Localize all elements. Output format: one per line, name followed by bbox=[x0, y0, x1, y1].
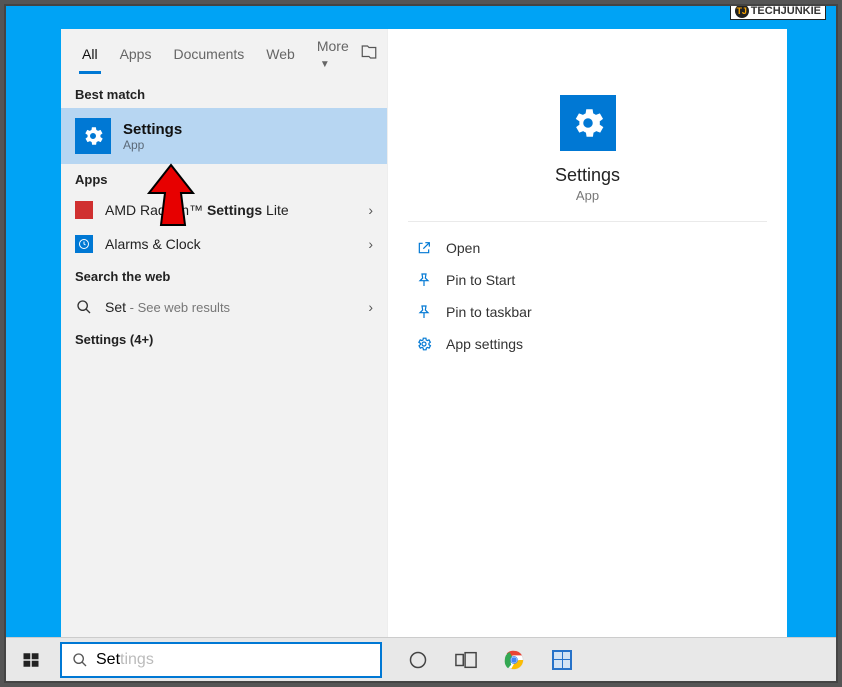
preview-subtitle: App bbox=[576, 188, 599, 203]
action-open[interactable]: Open bbox=[388, 232, 787, 264]
chrome-icon bbox=[503, 649, 525, 671]
result-title: Settings bbox=[123, 121, 182, 138]
result-web-search[interactable]: Set - See web results › bbox=[61, 290, 387, 324]
taskbar-app-calculator[interactable] bbox=[548, 646, 576, 674]
tab-all[interactable]: All bbox=[71, 40, 109, 68]
section-apps: Apps bbox=[61, 164, 387, 193]
windows-icon bbox=[22, 651, 40, 669]
action-label: Open bbox=[446, 240, 480, 256]
section-search-web: Search the web bbox=[61, 261, 387, 290]
result-label: AMD Radeon™ Settings Lite bbox=[105, 202, 356, 218]
search-suggestion: tings bbox=[120, 651, 154, 669]
result-subtitle: App bbox=[123, 138, 182, 152]
action-pin-start[interactable]: Pin to Start bbox=[388, 264, 787, 296]
preview-column: Settings App Open Pin to Start Pin to ta… bbox=[388, 29, 787, 642]
pin-icon bbox=[416, 272, 432, 288]
gear-icon bbox=[560, 95, 616, 151]
task-view-icon bbox=[455, 651, 477, 669]
taskbar-search[interactable]: Settings bbox=[60, 642, 382, 678]
search-icon bbox=[75, 298, 93, 316]
start-button[interactable] bbox=[6, 638, 56, 682]
action-app-settings[interactable]: App settings bbox=[388, 328, 787, 360]
taskbar: Settings bbox=[6, 637, 836, 681]
start-search-panel: All Apps Documents Web More ▼ ··· Best m… bbox=[61, 29, 787, 642]
gear-icon bbox=[75, 118, 111, 154]
open-icon bbox=[416, 240, 432, 256]
preview-title: Settings bbox=[555, 165, 620, 186]
result-settings-app[interactable]: Settings App bbox=[61, 108, 387, 164]
circle-icon bbox=[408, 650, 428, 670]
section-best-match: Best match bbox=[61, 79, 387, 108]
task-view-button[interactable] bbox=[452, 646, 480, 674]
action-label: App settings bbox=[446, 336, 523, 352]
result-label: Set - See web results bbox=[105, 299, 356, 315]
chevron-right-icon: › bbox=[368, 236, 373, 252]
results-column: All Apps Documents Web More ▼ ··· Best m… bbox=[61, 29, 388, 642]
tab-more[interactable]: More ▼ bbox=[306, 32, 360, 76]
filter-tabs: All Apps Documents Web More ▼ ··· bbox=[61, 29, 387, 79]
section-settings-more[interactable]: Settings (4+) bbox=[61, 324, 387, 353]
result-alarms-clock[interactable]: Alarms & Clock › bbox=[61, 227, 387, 261]
search-icon bbox=[72, 652, 88, 668]
tab-web[interactable]: Web bbox=[255, 40, 306, 68]
search-typed: Set bbox=[96, 651, 120, 669]
divider bbox=[408, 221, 767, 222]
result-amd-settings[interactable]: AMD Radeon™ Settings Lite › bbox=[61, 193, 387, 227]
watermark-badge: TJTECHJUNKIE bbox=[730, 4, 826, 20]
cortana-button[interactable] bbox=[404, 646, 432, 674]
taskbar-app-chrome[interactable] bbox=[500, 646, 528, 674]
result-label: Alarms & Clock bbox=[105, 236, 356, 252]
pin-icon bbox=[416, 304, 432, 320]
tab-apps[interactable]: Apps bbox=[109, 40, 163, 68]
clock-icon bbox=[75, 235, 93, 253]
calculator-icon bbox=[552, 650, 572, 670]
chevron-right-icon: › bbox=[368, 299, 373, 315]
action-pin-taskbar[interactable]: Pin to taskbar bbox=[388, 296, 787, 328]
action-label: Pin to taskbar bbox=[446, 304, 532, 320]
gear-icon bbox=[416, 336, 432, 352]
amd-icon bbox=[75, 201, 93, 219]
action-label: Pin to Start bbox=[446, 272, 515, 288]
chevron-right-icon: › bbox=[368, 202, 373, 218]
chevron-down-icon: ▼ bbox=[320, 59, 330, 70]
feedback-icon[interactable] bbox=[360, 43, 378, 66]
tab-documents[interactable]: Documents bbox=[162, 40, 255, 68]
